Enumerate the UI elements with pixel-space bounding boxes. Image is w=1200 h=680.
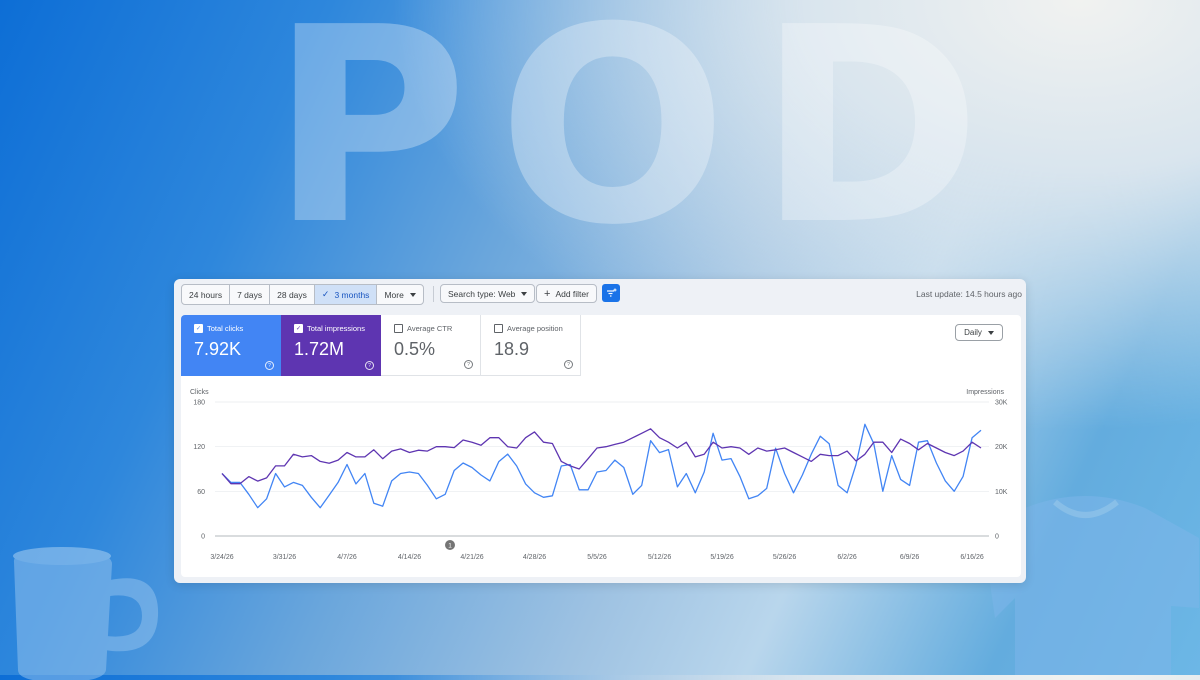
metric-value: 7.92K — [194, 339, 242, 359]
range-label: 3 months — [334, 289, 370, 300]
y-axis-right-label: Impressions — [966, 389, 1004, 396]
series-line-impressions — [221, 428, 982, 485]
x-tick-label: 5/12/26 — [648, 554, 671, 561]
range-24-hours[interactable]: 24 hours — [182, 285, 231, 304]
y-tick-left: 60 — [197, 489, 205, 496]
filter-settings-button[interactable] — [602, 284, 620, 302]
granularity-label: Daily — [964, 328, 982, 337]
check-icon: ✓ — [321, 289, 330, 299]
y-tick-left: 120 — [193, 444, 205, 451]
metric-label: Average position — [507, 324, 563, 333]
range-7-days[interactable]: 7 days — [230, 285, 271, 304]
help-icon[interactable]: ? — [265, 361, 274, 370]
filter-icon — [606, 288, 616, 297]
y-axis-left-label: Clicks — [190, 389, 209, 396]
caret-down-icon — [987, 330, 994, 335]
x-tick-label: 5/19/26 — [710, 554, 733, 561]
date-range-selector: 24 hours 7 days 28 days ✓ 3 months More — [181, 284, 424, 305]
annotation-marker[interactable]: 1 — [445, 540, 455, 550]
range-28-days[interactable]: 28 days — [270, 285, 315, 304]
checkbox-checked-icon: ✓ — [294, 324, 303, 333]
checkbox-unchecked-icon — [494, 324, 503, 333]
range-label: More — [384, 289, 404, 300]
x-tick-label: 4/7/26 — [337, 554, 357, 561]
x-tick-label: 6/2/26 — [837, 554, 857, 561]
toolbar-divider — [433, 286, 434, 302]
search-type-label: Search type: Web — [448, 288, 516, 299]
search-console-panel: 24 hours 7 days 28 days ✓ 3 months More S… — [174, 279, 1026, 583]
range-label: 28 days — [277, 289, 307, 300]
annotation-marker-label: 1 — [448, 543, 452, 550]
performance-card: ✓ Total clicks 7.92K ? ✓ Total impressions… — [181, 315, 1021, 577]
metric-label: Total clicks — [207, 324, 244, 333]
y-tick-right: 0 — [995, 534, 999, 541]
metric-label: Total impressions — [307, 324, 365, 333]
metric-value: 0.5% — [394, 339, 436, 359]
series-line-clicks — [221, 423, 982, 509]
metric-average-ctr[interactable]: Average CTR 0.5% ? — [381, 315, 481, 376]
x-tick-label: 3/24/26 — [210, 554, 233, 561]
x-tick-label: 4/28/26 — [523, 554, 546, 561]
x-tick-label: 4/21/26 — [460, 554, 483, 561]
help-icon[interactable]: ? — [564, 360, 573, 369]
y-tick-right: 20K — [995, 444, 1008, 451]
x-tick-label: 5/5/26 — [587, 554, 607, 561]
last-update-text: Last update: 14.5 hours ago — [916, 289, 1022, 299]
mug-icon — [13, 547, 159, 680]
range-label: 24 hours — [189, 289, 223, 300]
y-tick-right: 10K — [995, 489, 1008, 496]
x-tick-label: 5/26/26 — [773, 554, 796, 561]
y-tick-right: 30K — [995, 400, 1008, 407]
toolbar: 24 hours 7 days 28 days ✓ 3 months More S… — [181, 284, 1022, 305]
y-tick-left: 180 — [193, 400, 205, 407]
metric-total-clicks[interactable]: ✓ Total clicks 7.92K ? — [181, 315, 281, 376]
range-more-dropdown[interactable]: More — [377, 285, 422, 304]
metric-value: 18.9 — [494, 339, 530, 359]
search-type-dropdown[interactable]: Search type: Web — [440, 284, 536, 303]
caret-down-icon — [409, 292, 416, 297]
performance-chart: Clicks Impressions 0 0 60 10K 120 20K 180 30K 3… — [190, 389, 1008, 561]
metric-total-impressions[interactable]: ✓ Total impressions 1.72M ? — [281, 315, 381, 376]
range-3-months[interactable]: ✓ 3 months — [314, 285, 378, 304]
add-filter-label: Add filter — [555, 288, 589, 299]
caret-down-icon — [521, 291, 528, 296]
add-filter-button[interactable]: + Add filter — [536, 284, 597, 303]
metric-label: Average CTR — [407, 324, 453, 333]
help-icon[interactable]: ? — [365, 361, 374, 370]
range-label: 7 days — [237, 289, 263, 300]
metric-value: 1.72M — [294, 339, 345, 359]
checkbox-checked-icon: ✓ — [194, 324, 203, 333]
checkbox-unchecked-icon — [394, 324, 403, 333]
metric-average-position[interactable]: Average position 18.9 ? — [481, 315, 581, 376]
y-tick-left: 0 — [201, 534, 205, 541]
x-tick-label: 4/14/26 — [398, 554, 421, 561]
plus-icon: + — [544, 287, 551, 300]
granularity-dropdown[interactable]: Daily — [955, 324, 1003, 341]
help-icon[interactable]: ? — [464, 360, 473, 369]
x-tick-label: 3/31/26 — [273, 554, 296, 561]
x-tick-label: 6/9/26 — [900, 554, 920, 561]
hero-title: POD — [270, 0, 1012, 284]
x-tick-label: 6/16/26 — [960, 554, 983, 561]
